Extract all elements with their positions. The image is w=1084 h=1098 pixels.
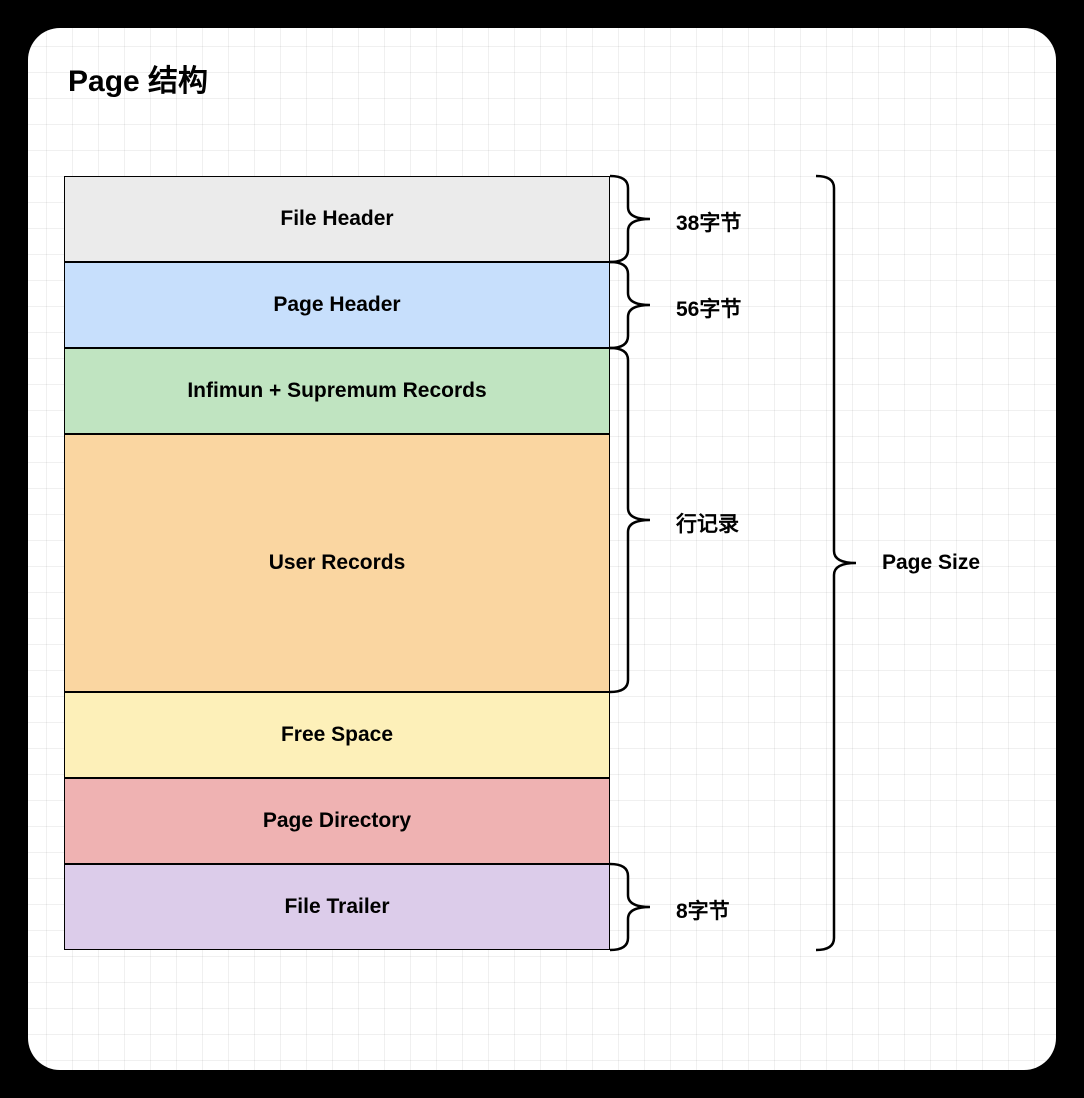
block-label: Page Directory	[263, 809, 411, 833]
structure-block: Page Directory	[64, 778, 610, 864]
structure-block: User Records	[64, 434, 610, 692]
block-label: Infimun + Supremum Records	[187, 379, 486, 403]
block-label: Page Header	[273, 293, 400, 317]
structure-block: Infimun + Supremum Records	[64, 348, 610, 434]
structure-block: File Header	[64, 176, 610, 262]
brace-label: 8字节	[676, 895, 730, 925]
block-label: File Trailer	[284, 895, 389, 919]
brace-icon	[610, 176, 650, 262]
brace-label: 56字节	[676, 293, 741, 323]
diagram-title: Page 结构	[68, 56, 208, 100]
brace-label: Page Size	[882, 551, 980, 575]
diagram-canvas: Page 结构 File Header Page Header Infimun + …	[28, 28, 1056, 1070]
structure-block: File Trailer	[64, 864, 610, 950]
brace-icon	[610, 864, 650, 950]
structure-block: Page Header	[64, 262, 610, 348]
brace-icon	[816, 176, 856, 950]
structure-block: Free Space	[64, 692, 610, 778]
brace-icon	[610, 262, 650, 348]
brace-label: 行记录	[676, 508, 739, 538]
brace-label: 38字节	[676, 207, 741, 237]
block-label: User Records	[269, 551, 406, 575]
block-label: Free Space	[281, 723, 393, 747]
brace-icon	[610, 348, 650, 692]
block-label: File Header	[280, 207, 393, 231]
